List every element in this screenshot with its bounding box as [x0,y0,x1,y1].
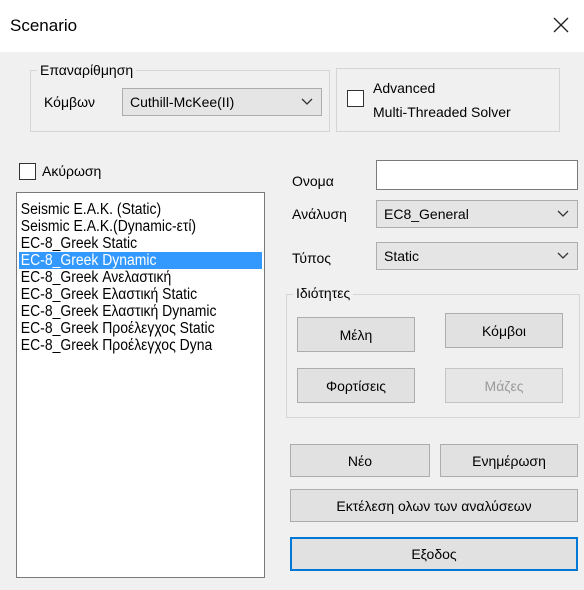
analysis-value: EC8_General [384,206,469,222]
analysis-label: Ανάλυση [292,206,347,222]
close-icon [553,17,569,33]
list-item[interactable]: Seismic Ε.Α.Κ.(Dynamic-ετί) [19,218,262,235]
list-item[interactable]: EC-8_Greek Ελαστική Static [19,286,262,303]
list-item-selected[interactable]: EC-8_Greek Dynamic [19,252,262,269]
exit-button[interactable]: Εξοδος [290,537,578,571]
renumbering-method-select[interactable]: Cuthill-McKee(II) [122,88,322,116]
type-select[interactable]: Static [376,242,578,270]
type-label: Τύπος [292,250,331,266]
solver-label-line2: Multi-Threaded Solver [373,104,511,120]
type-value: Static [384,248,420,264]
nodes-label: Κόμβων [44,94,96,110]
close-button[interactable] [546,12,576,38]
renumbering-method-value: Cuthill-McKee(II) [130,94,235,110]
list-item[interactable]: EC-8_Greek Ανελαστική [19,269,262,286]
list-item[interactable]: EC-8_Greek Προέλεγχος Static [19,320,262,337]
window-title: Scenario [10,16,78,35]
list-item[interactable]: Seismic Ε.Α.Κ. (Static) [19,201,262,218]
run-all-analyses-button[interactable]: Εκτέλεση ολων των αναλύσεων [290,489,578,522]
solver-group [336,68,560,132]
loads-button[interactable]: Φορτίσεις [297,368,415,403]
cancel-checkbox[interactable] [19,163,36,180]
list-item[interactable]: EC-8_Greek Προέλεγχος Dyna [19,337,262,354]
properties-legend: Ιδιότητες [293,285,354,301]
renumbering-legend: Επαναρίθμηση [37,62,137,78]
chevron-down-icon [557,252,569,259]
nodes-button[interactable]: Κόμβοι [445,313,563,348]
chevron-down-icon [557,210,569,217]
name-input[interactable] [376,160,578,190]
chevron-down-icon [301,98,313,105]
analysis-select[interactable]: EC8_General [376,200,578,228]
cancel-checkbox-label: Ακύρωση [42,163,102,179]
solver-checkbox[interactable] [347,90,364,107]
title-bar: Scenario [0,0,584,52]
scenarios-list[interactable]: Seismic Ε.Α.Κ. (Static) Seismic Ε.Α.Κ.(D… [16,192,265,578]
masses-button[interactable]: Μάζες [445,368,563,403]
new-button[interactable]: Νέο [290,444,430,477]
members-button[interactable]: Μέλη [297,317,415,352]
list-item[interactable]: EC-8_Greek Ελαστική Dynamic [19,303,262,320]
solver-label-line1: Advanced [373,80,436,96]
name-label: Ονομα [292,173,334,189]
update-button[interactable]: Ενημέρωση [440,444,578,477]
list-item[interactable]: EC-8_Greek Static [19,235,262,252]
